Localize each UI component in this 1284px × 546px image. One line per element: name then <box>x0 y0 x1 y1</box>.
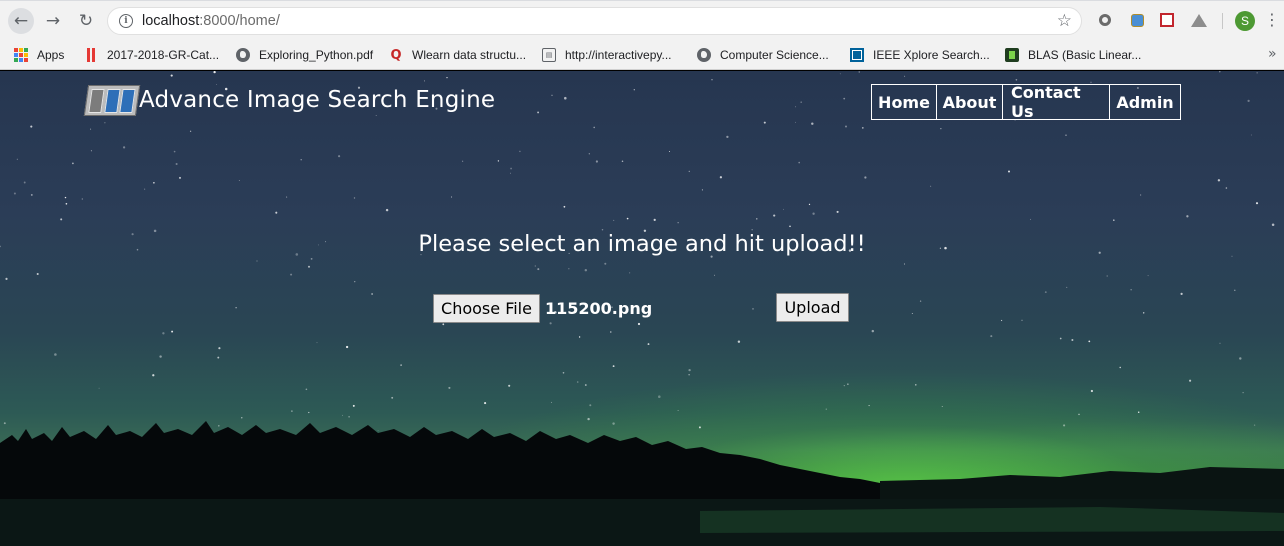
bookmark-computer-science[interactable]: Computer Science... <box>697 46 829 64</box>
browser-toolbar: ← → ↻ i localhost:8000/home/ ☆ S ⋮ <box>0 0 1284 40</box>
bookmark-interactivepython[interactable]: ▤ http://interactivepy... <box>542 46 672 64</box>
url-host: localhost <box>142 13 200 29</box>
toolbar-divider <box>1222 13 1223 29</box>
info-icon[interactable]: i <box>119 14 133 28</box>
bookmark-wlearn[interactable]: Q Wlearn data structu... <box>389 46 526 64</box>
treeline-silhouette <box>0 421 1284 546</box>
globe-icon <box>697 48 711 62</box>
blas-icon <box>1005 48 1019 62</box>
bookmark-blas[interactable]: BLAS (Basic Linear... <box>1005 46 1141 64</box>
bookmark-label: BLAS (Basic Linear... <box>1028 48 1142 62</box>
ieee-icon <box>850 48 864 62</box>
bookmark-label: Apps <box>37 48 65 62</box>
nav-about[interactable]: About <box>936 84 1003 120</box>
reload-icon[interactable]: ↻ <box>73 8 99 34</box>
url-text[interactable]: localhost:8000/home/ <box>142 13 280 29</box>
apps-grid-icon <box>14 48 28 62</box>
file-input[interactable]: Choose File 115200.png <box>433 293 652 323</box>
site-brand[interactable]: Advance Image Search Engine <box>83 83 496 117</box>
starfield <box>0 71 1275 431</box>
drive-icon[interactable] <box>1191 12 1207 28</box>
site-logo-icon <box>83 84 141 116</box>
bookmark-label: 2017-2018-GR-Cat... <box>107 48 220 62</box>
bookmark-label: http://interactivepy... <box>565 48 672 62</box>
choose-file-button[interactable]: Choose File <box>433 293 540 323</box>
bookmarks-overflow-icon[interactable]: » <box>1268 46 1277 62</box>
nav-contact-us[interactable]: Contact Us <box>1002 83 1110 121</box>
globe-icon <box>236 48 250 62</box>
forward-icon[interactable]: → <box>40 8 66 34</box>
bookmark-apps[interactable]: Apps <box>14 46 64 64</box>
menu-kebab-icon[interactable]: ⋮ <box>1264 11 1280 29</box>
url-path: :8000/home/ <box>199 13 280 29</box>
selected-file-name: 115200.png <box>545 298 653 318</box>
bookmark-label: IEEE Xplore Search... <box>873 48 990 62</box>
main-nav: Home About Contact Us Admin <box>871 83 1181 121</box>
extension-circle-icon[interactable] <box>1097 12 1113 28</box>
site-title: Advance Image Search Engine <box>139 87 496 113</box>
back-icon[interactable]: ← <box>8 8 34 34</box>
nav-admin[interactable]: Admin <box>1109 84 1181 120</box>
bookmark-label: Exploring_Python.pdf <box>259 48 374 62</box>
page-icon: ▤ <box>542 48 556 62</box>
upload-button[interactable]: Upload <box>776 293 849 322</box>
nav-home[interactable]: Home <box>871 84 937 120</box>
extension-pocket-icon[interactable] <box>1159 12 1175 28</box>
red-bars-icon <box>84 48 98 62</box>
bookmark-exploring-python[interactable]: Exploring_Python.pdf <box>236 46 373 64</box>
address-bar[interactable]: i localhost:8000/home/ ☆ <box>107 7 1082 35</box>
bookmark-label: Computer Science... <box>720 48 829 62</box>
bookmark-star-icon[interactable]: ☆ <box>1057 11 1072 31</box>
bookmarks-bar: Apps 2017-2018-GR-Cat... Exploring_Pytho… <box>0 40 1284 70</box>
profile-avatar[interactable]: S <box>1235 11 1255 31</box>
bookmark-ieee-xplore[interactable]: IEEE Xplore Search... <box>850 46 990 64</box>
upload-prompt: Please select an image and hit upload!! <box>418 231 866 257</box>
quizlet-q-icon: Q <box>390 47 402 63</box>
page-background: Advance Image Search Engine Home About C… <box>0 71 1284 546</box>
extension-shield-icon[interactable] <box>1129 12 1145 28</box>
bookmark-label: Wlearn data structu... <box>412 48 527 62</box>
bookmark-gr-catalog[interactable]: 2017-2018-GR-Cat... <box>84 46 219 64</box>
